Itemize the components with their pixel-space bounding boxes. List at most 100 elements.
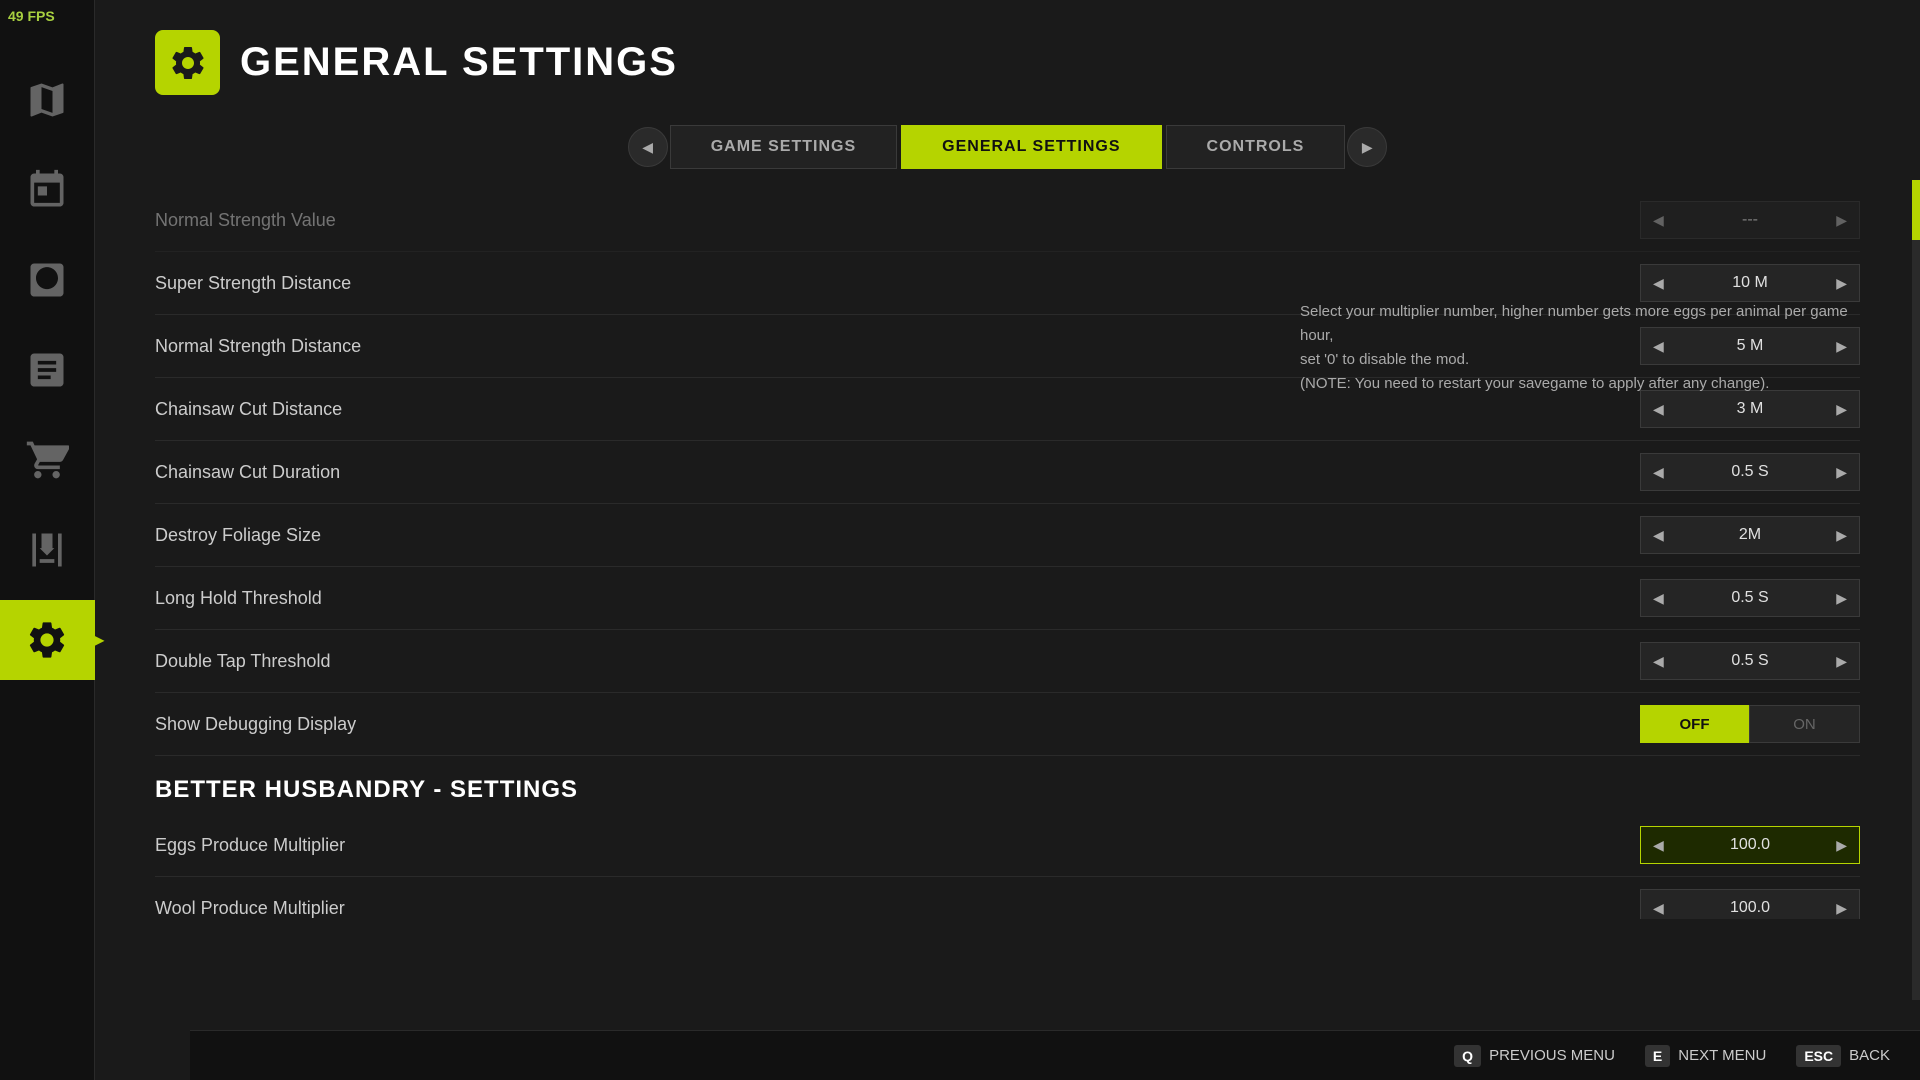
table-row: Eggs Produce Multiplier ◀ 100.0 ▶ [155, 814, 1860, 877]
tab-next-arrow[interactable]: ▶ [1347, 127, 1387, 167]
sidebar-item-animals[interactable] [5, 240, 90, 320]
left-arrow-btn[interactable]: ◀ [1649, 590, 1668, 607]
table-row: Double Tap Threshold ◀ 0.5 S ▶ [155, 630, 1860, 693]
tab-controls[interactable]: CONTROLS [1166, 125, 1346, 169]
right-arrow-btn[interactable]: ▶ [1832, 837, 1851, 854]
row-label: Eggs Produce Multiplier [155, 835, 1640, 856]
value-display: 2M [1668, 526, 1832, 544]
tab-general-settings[interactable]: GENERAL SETTINGS [901, 125, 1161, 169]
right-arrow-btn[interactable]: ▶ [1832, 212, 1851, 229]
info-line-2: set '0' to disable the mod. [1300, 348, 1860, 372]
right-arrow-btn[interactable]: ▶ [1832, 464, 1851, 481]
row-control: ◀ 100.0 ▶ [1640, 889, 1860, 919]
row-label: Double Tap Threshold [155, 651, 1640, 672]
right-arrow-btn[interactable]: ▶ [1832, 401, 1851, 418]
left-arrow-btn[interactable]: ◀ [1649, 464, 1668, 481]
value-box-highlighted: ◀ 100.0 ▶ [1640, 826, 1860, 864]
q-key: Q [1454, 1045, 1481, 1067]
left-arrow-btn[interactable]: ◀ [1649, 837, 1668, 854]
row-label: Show Debugging Display [155, 714, 1640, 735]
row-label: Normal Strength Value [155, 210, 1640, 231]
table-row: Normal Strength Value ◀ --- ▶ [155, 189, 1860, 252]
left-arrow-btn[interactable]: ◀ [1649, 527, 1668, 544]
value-display: 10 M [1668, 274, 1832, 292]
table-row: Wool Produce Multiplier ◀ 100.0 ▶ [155, 877, 1860, 919]
back-label: BACK [1849, 1047, 1890, 1064]
fps-counter: 49 FPS [8, 8, 55, 24]
sidebar-item-settings[interactable] [0, 600, 95, 680]
row-control: ◀ 10 M ▶ [1640, 264, 1860, 302]
value-box: ◀ 0.5 S ▶ [1640, 453, 1860, 491]
left-arrow-btn[interactable]: ◀ [1649, 653, 1668, 670]
row-label: Chainsaw Cut Distance [155, 399, 1640, 420]
right-arrow-btn[interactable]: ▶ [1832, 590, 1851, 607]
left-arrow-btn[interactable]: ◀ [1649, 275, 1668, 292]
info-line-3: (NOTE: You need to restart your savegame… [1300, 372, 1860, 396]
right-arrow-btn[interactable]: ▶ [1832, 275, 1851, 292]
row-control: ◀ 100.0 ▶ [1640, 826, 1860, 864]
value-display: 0.5 S [1668, 652, 1832, 670]
row-label: Long Hold Threshold [155, 588, 1640, 609]
header: GENERAL SETTINGS [95, 0, 1920, 115]
sidebar-item-notes[interactable] [5, 330, 90, 410]
bottom-bar: Q PREVIOUS MENU E NEXT MENU ESC BACK [190, 1030, 1920, 1080]
row-control: ◀ 0.5 S ▶ [1640, 453, 1860, 491]
row-label: Destroy Foliage Size [155, 525, 1640, 546]
sidebar [0, 0, 95, 1080]
header-icon [155, 30, 220, 95]
row-control: ◀ 0.5 S ▶ [1640, 642, 1860, 680]
left-arrow-btn[interactable]: ◀ [1649, 401, 1668, 418]
value-box: ◀ 10 M ▶ [1640, 264, 1860, 302]
left-arrow-btn[interactable]: ◀ [1649, 212, 1668, 229]
section-header-husbandry: BETTER HUSBANDRY - SETTINGS [155, 756, 1860, 814]
value-box: ◀ --- ▶ [1640, 201, 1860, 239]
tab-game-settings[interactable]: GAME SETTINGS [670, 125, 897, 169]
toggle-off-btn[interactable]: OFF [1640, 705, 1749, 743]
value-display: 100.0 [1668, 899, 1832, 917]
scrollbar-track [1912, 180, 1920, 1000]
value-display: 100.0 [1668, 836, 1832, 854]
value-box: ◀ 2M ▶ [1640, 516, 1860, 554]
previous-menu-btn[interactable]: Q PREVIOUS MENU [1454, 1045, 1615, 1067]
value-box: ◀ 100.0 ▶ [1640, 889, 1860, 919]
main-content: GENERAL SETTINGS ◀ GAME SETTINGS GENERAL… [95, 0, 1920, 1080]
row-label: Chainsaw Cut Duration [155, 462, 1640, 483]
scrollbar-thumb[interactable] [1912, 180, 1920, 240]
sidebar-item-map[interactable] [5, 60, 90, 140]
e-key: E [1645, 1045, 1670, 1067]
row-label: Super Strength Distance [155, 273, 1640, 294]
page-title: GENERAL SETTINGS [240, 40, 678, 85]
sidebar-item-stats[interactable] [5, 510, 90, 590]
right-arrow-btn[interactable]: ▶ [1832, 527, 1851, 544]
esc-key: ESC [1796, 1045, 1841, 1067]
scroll-inner: Normal Strength Value ◀ --- ▶ Super Stre… [155, 189, 1860, 919]
tab-prev-arrow[interactable]: ◀ [628, 127, 668, 167]
value-box: ◀ 0.5 S ▶ [1640, 642, 1860, 680]
row-control: ◀ --- ▶ [1640, 201, 1860, 239]
previous-menu-label: PREVIOUS MENU [1489, 1047, 1615, 1064]
value-display: --- [1668, 211, 1832, 229]
info-line-1: Select your multiplier number, higher nu… [1300, 300, 1860, 348]
value-display: 3 M [1668, 400, 1832, 418]
value-box: ◀ 0.5 S ▶ [1640, 579, 1860, 617]
sidebar-item-calendar[interactable] [5, 150, 90, 230]
table-row: Chainsaw Cut Duration ◀ 0.5 S ▶ [155, 441, 1860, 504]
right-arrow-btn[interactable]: ▶ [1832, 900, 1851, 917]
table-row: Long Hold Threshold ◀ 0.5 S ▶ [155, 567, 1860, 630]
table-row: Destroy Foliage Size ◀ 2M ▶ [155, 504, 1860, 567]
value-display: 0.5 S [1668, 589, 1832, 607]
value-display: 0.5 S [1668, 463, 1832, 481]
info-panel: Select your multiplier number, higher nu… [1300, 300, 1860, 396]
right-arrow-btn[interactable]: ▶ [1832, 653, 1851, 670]
settings-content: Normal Strength Value ◀ --- ▶ Super Stre… [95, 189, 1920, 919]
next-menu-btn[interactable]: E NEXT MENU [1645, 1045, 1766, 1067]
toggle-on-btn[interactable]: ON [1749, 705, 1860, 743]
left-arrow-btn[interactable]: ◀ [1649, 900, 1668, 917]
next-menu-label: NEXT MENU [1678, 1047, 1766, 1064]
row-label: Wool Produce Multiplier [155, 898, 1640, 919]
table-row: Show Debugging Display OFF ON [155, 693, 1860, 756]
row-control: OFF ON [1640, 705, 1860, 743]
row-control: ◀ 2M ▶ [1640, 516, 1860, 554]
back-btn[interactable]: ESC BACK [1796, 1045, 1890, 1067]
sidebar-item-shop[interactable] [5, 420, 90, 500]
